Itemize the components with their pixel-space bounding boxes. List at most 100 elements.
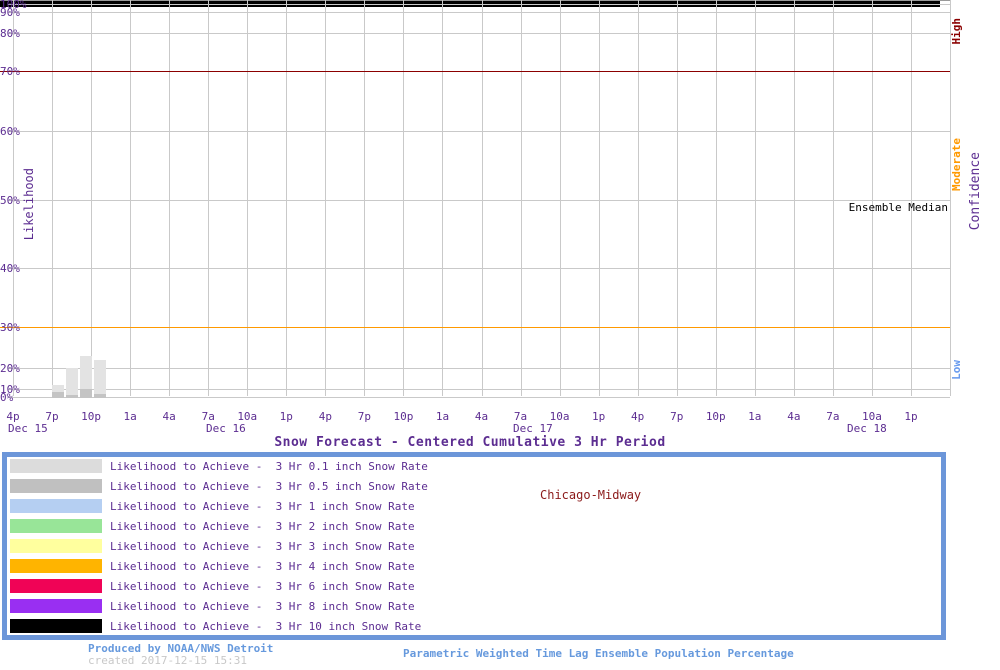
legend-row: Likelihood to Achieve - 3 Hr 0.5 inch Sn…: [7, 479, 941, 499]
vertical-gridline: [520, 0, 522, 396]
vertical-gridline: [598, 0, 600, 396]
legend-swatch: [10, 559, 102, 573]
legend-row: Likelihood to Achieve - 3 Hr 0.1 inch Sn…: [7, 459, 941, 479]
vertical-gridline: [559, 0, 561, 396]
legend-row: Likelihood to Achieve - 3 Hr 6 inch Snow…: [7, 579, 941, 599]
legend-swatch: [10, 499, 102, 513]
x-tick-label: 1a: [123, 410, 137, 423]
x-tick-label: 10p: [81, 410, 102, 423]
legend-label: Likelihood to Achieve - 3 Hr 4 inch Snow…: [110, 560, 415, 573]
legend-row: Likelihood to Achieve - 3 Hr 10 inch Sno…: [7, 619, 941, 639]
threshold-line-high: [0, 71, 950, 72]
x-tick-label: 10p: [393, 410, 414, 423]
bar-series0: [66, 368, 78, 398]
vertical-gridline: [442, 0, 444, 396]
x-tick-label: 7a: [826, 410, 840, 423]
vertical-gridline: [910, 0, 912, 396]
y-tick-label: 90%: [0, 6, 20, 19]
legend-row: Likelihood to Achieve - 3 Hr 4 inch Snow…: [7, 559, 941, 579]
bar-series1: [94, 393, 106, 398]
vertical-gridline: [676, 0, 678, 396]
vertical-gridline: [950, 0, 951, 396]
legend-label: Likelihood to Achieve - 3 Hr 6 inch Snow…: [110, 580, 415, 593]
x-date-label: Dec 17: [513, 422, 553, 435]
x-tick-label: 10p: [705, 410, 726, 423]
vertical-gridline: [52, 0, 54, 396]
legend-label: Likelihood to Achieve - 3 Hr 0.1 inch Sn…: [110, 460, 428, 473]
legend-label: Likelihood to Achieve - 3 Hr 0.5 inch Sn…: [110, 480, 428, 493]
x-tick-label: 7p: [357, 410, 371, 423]
horizontal-gridline: [8, 131, 950, 132]
legend-label: Likelihood to Achieve - 3 Hr 10 inch Sno…: [110, 620, 422, 633]
vertical-gridline: [832, 0, 834, 396]
vertical-gridline: [715, 0, 717, 396]
legend-row: Likelihood to Achieve - 3 Hr 8 inch Snow…: [7, 599, 941, 619]
legend-swatch: [10, 539, 102, 553]
y-tick-label: 30%: [0, 321, 20, 334]
vertical-gridline: [286, 0, 288, 396]
legend-label: Likelihood to Achieve - 3 Hr 1 inch Snow…: [110, 500, 415, 513]
bar-series1: [66, 395, 78, 398]
vertical-gridline: [754, 0, 756, 396]
confidence-axis-label: Confidence: [968, 152, 983, 231]
legend-swatch: [10, 579, 102, 593]
legend-swatch: [10, 619, 102, 633]
plot-area: 100% 90% 80% 70% 60% 50% 40% 30% 20% 10% 0% 4p 7p 10p…: [0, 0, 1000, 435]
horizontal-gridline: [8, 12, 950, 13]
bar-series1: [52, 392, 64, 398]
bar-series0: [94, 359, 106, 398]
legend-swatch: [10, 599, 102, 613]
vertical-gridline: [91, 0, 93, 396]
vertical-gridline: [208, 0, 210, 396]
legend-row: Likelihood to Achieve - 3 Hr 3 inch Snow…: [7, 539, 941, 559]
y-tick-label: 50%: [0, 194, 20, 207]
x-tick-label: 1p: [279, 410, 293, 423]
x-tick-label: 1p: [592, 410, 606, 423]
confidence-moderate-label: Moderate: [950, 138, 963, 191]
chart-title: Snow Forecast - Centered Cumulative 3 Hr…: [274, 435, 666, 450]
x-tick-label: 1a: [435, 410, 450, 423]
snow-forecast-chart-page: 100% 90% 80% 70% 60% 50% 40% 30% 20% 10% 0% 4p 7p 10p…: [0, 0, 1000, 670]
horizontal-gridline: [8, 389, 950, 390]
legend-swatch: [10, 519, 102, 533]
horizontal-gridline: [8, 368, 950, 369]
horizontal-gridline: [8, 200, 950, 201]
x-tick-label: 4p: [631, 410, 645, 423]
footer-method-label: Parametric Weighted Time Lag Ensemble Po…: [403, 647, 794, 660]
x-tick-label: 1p: [904, 410, 918, 423]
x-date-label: Dec 16: [206, 422, 246, 435]
y-tick-label: 80%: [0, 27, 20, 40]
legend-label: Likelihood to Achieve - 3 Hr 2 inch Snow…: [110, 520, 415, 533]
vertical-gridline: [130, 0, 132, 396]
horizontal-gridline: [8, 33, 950, 34]
footer-created-timestamp: created 2017-12-15 15:31: [88, 654, 247, 667]
vertical-gridline: [403, 0, 405, 396]
y-tick-label: 20%: [0, 362, 20, 375]
y-tick-label: 70%: [0, 65, 20, 78]
y-tick-label: 40%: [0, 262, 20, 275]
horizontal-gridline: [8, 397, 950, 398]
vertical-gridline: [793, 0, 795, 396]
vertical-gridline: [637, 0, 639, 396]
x-date-label: Dec 18: [847, 422, 887, 435]
x-date-label: Dec 15: [8, 422, 48, 435]
x-tick-label: 4a: [474, 410, 489, 423]
x-tick-label: 4a: [162, 410, 176, 423]
legend-label: Likelihood to Achieve - 3 Hr 8 inch Snow…: [110, 600, 415, 613]
y-axis-label: Likelihood: [22, 168, 36, 241]
legend-row: Likelihood to Achieve - 3 Hr 2 inch Snow…: [7, 519, 941, 539]
vertical-gridline: [481, 0, 483, 396]
y-tick-label: 60%: [0, 125, 20, 138]
y-tick-label: 0%: [0, 391, 14, 404]
confidence-high-label: High: [950, 18, 963, 45]
legend-swatch: [10, 459, 102, 473]
vertical-gridline: [325, 0, 327, 396]
horizontal-gridline: [8, 4, 950, 5]
legend-row: Likelihood to Achieve - 3 Hr 1 inch Snow…: [7, 499, 941, 519]
horizontal-gridline: [8, 268, 950, 269]
confidence-low-label: Low: [950, 360, 963, 380]
legend-box: Likelihood to Achieve - 3 Hr 0.1 inch Sn…: [2, 452, 946, 640]
legend-label: Likelihood to Achieve - 3 Hr 3 inch Snow…: [110, 540, 415, 553]
vertical-gridline: [364, 0, 366, 396]
x-tick-label: 7p: [670, 410, 684, 423]
